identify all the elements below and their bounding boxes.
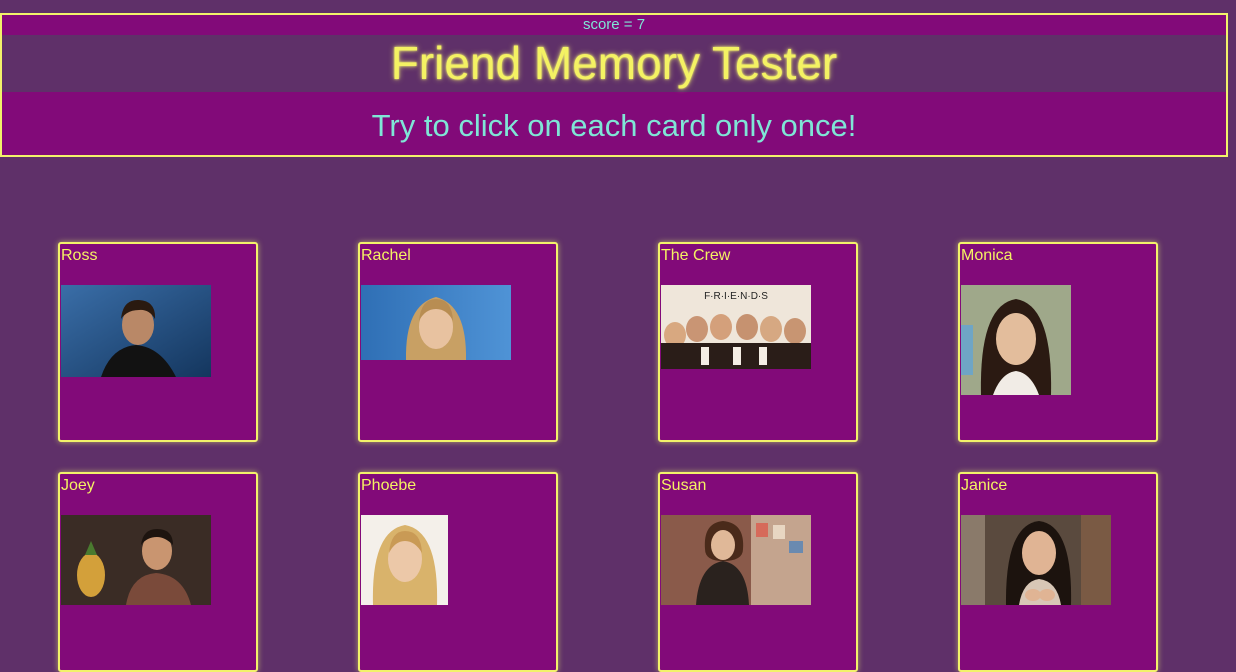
card-janice[interactable]: Janice (958, 472, 1158, 672)
card-label-rachel: Rachel (361, 247, 411, 264)
card-label-janice: Janice (961, 477, 1008, 494)
photo-rachel (361, 285, 511, 360)
page-title: Friend Memory Tester (390, 37, 838, 89)
svg-text:F·R·I·E·N·D·S: F·R·I·E·N·D·S (704, 291, 768, 302)
photo-phoebe (361, 515, 448, 605)
photo-susan (661, 515, 811, 605)
score-display: score = 7 (2, 15, 1226, 35)
photo-monica (961, 285, 1071, 395)
card-label-the-crew: The Crew (661, 247, 731, 264)
photo-joey (61, 515, 211, 605)
card-label-monica: Monica (961, 247, 1013, 264)
instructions-text: Try to click on each card only once! (2, 92, 1226, 155)
card-susan[interactable]: Susan (658, 472, 858, 672)
card-label-susan: Susan (661, 477, 707, 494)
card-label-phoebe: Phoebe (361, 477, 417, 494)
header-panel: score = 7 Friend Memory Tester Try to cl… (0, 13, 1228, 157)
card-joey[interactable]: Joey (58, 472, 258, 672)
card-label-joey: Joey (61, 477, 95, 494)
card-rachel[interactable]: Rachel (358, 242, 558, 442)
card-label-ross: Ross (61, 247, 98, 264)
card-the-crew[interactable]: The Crew F·R·I·E·N·D·S (658, 242, 858, 442)
photo-the-crew: F·R·I·E·N·D·S (661, 285, 811, 369)
card-phoebe[interactable]: Phoebe (358, 472, 558, 672)
card-ross[interactable]: Ross (58, 242, 258, 442)
card-monica[interactable]: Monica (958, 242, 1158, 442)
photo-ross (61, 285, 211, 377)
photo-janice (961, 515, 1111, 605)
